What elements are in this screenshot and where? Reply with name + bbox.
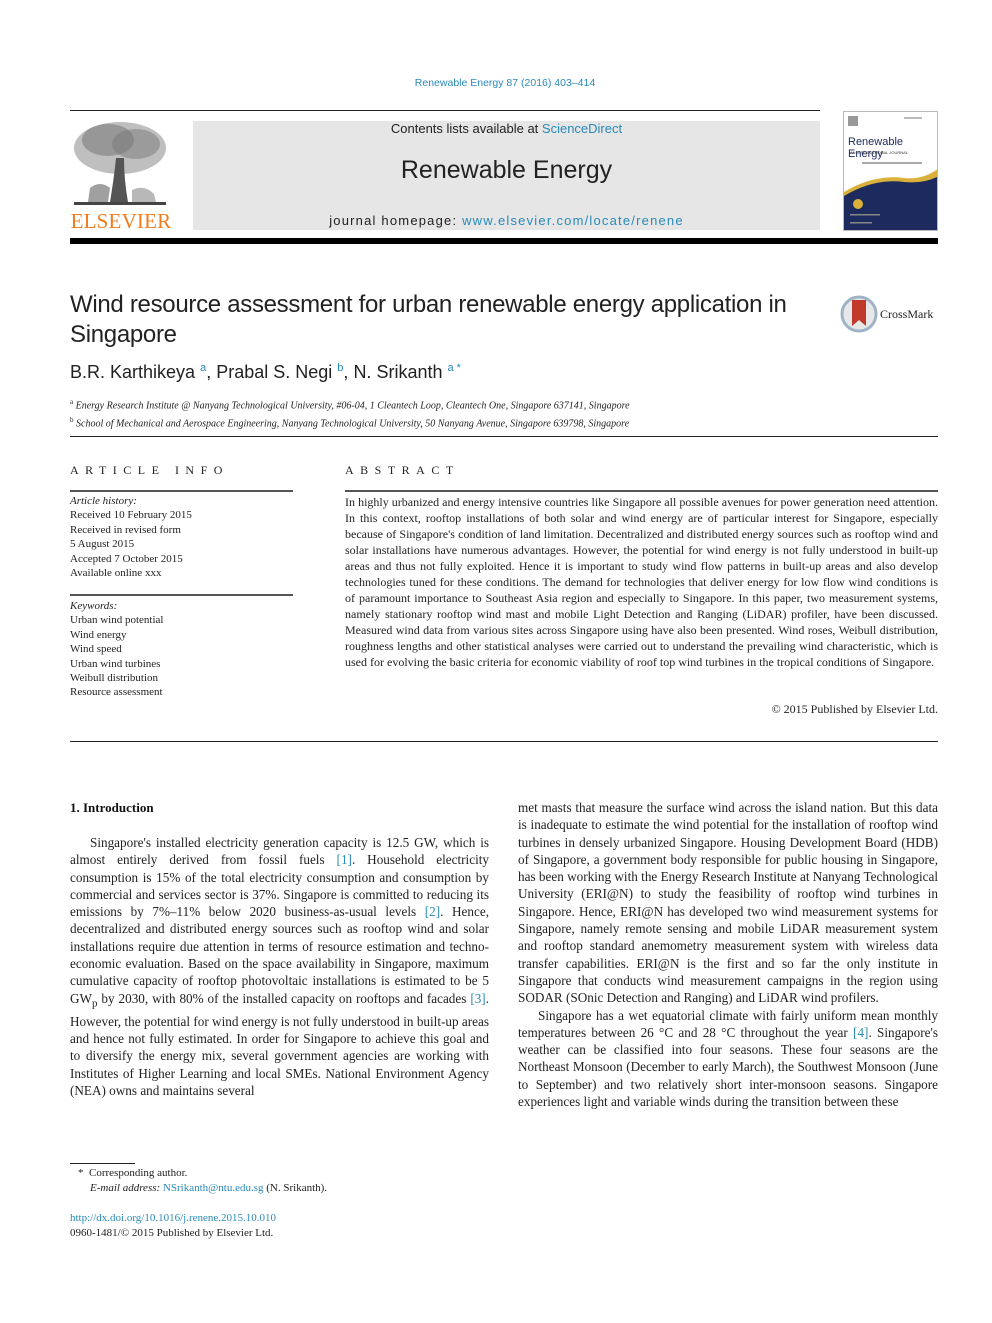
journal-citation[interactable]: Renewable Energy 87 (2016) 403–414 [0,77,992,89]
issn-line: 0960-1481/© 2015 Published by Elsevier L… [70,1227,274,1239]
elsevier-wordmark: ELSEVIER [70,209,172,233]
history-item: Received 10 February 2015 [70,509,192,522]
affiliation-text: School of Mechanical and Aerospace Engin… [76,418,630,430]
corresponding-author-footnote: * Corresponding author. E-mail address: … [78,1166,327,1196]
history-item: 5 August 2015 [70,538,135,551]
footnote-marker: * [78,1167,84,1179]
section-divider [70,741,938,742]
abstract-heading: ABSTRACT [345,463,460,477]
author-affiliation-marker[interactable]: a [200,362,206,374]
header-thick-divider [70,238,938,244]
contents-prefix: Contents lists available at [390,121,542,136]
doi-block: http://dx.doi.org/10.1016/j.renene.2015.… [70,1211,276,1241]
keywords-label: Keywords: [70,600,118,612]
author-name[interactable]: Prabal S. Negi [216,362,332,382]
email-label: E-mail address: [90,1182,163,1194]
body-column-left: Singapore's installed electricity genera… [70,834,489,1099]
elsevier-tree-icon [70,118,170,210]
keyword-item: Urban wind potential [70,614,164,627]
history-item: Accepted 7 October 2015 [70,552,183,565]
journal-homepage-link[interactable]: www.elsevier.com/locate/renene [462,213,684,228]
abstract-copyright: © 2015 Published by Elsevier Ltd. [771,702,938,716]
keywords-divider [70,594,293,596]
keywords: Keywords: Urban wind potential Wind ener… [70,599,163,700]
section-heading-introduction: 1. Introduction [70,800,154,815]
abstract-divider [345,490,938,492]
keyword-item: Weibull distribution [70,672,159,685]
footnote-line: * Corresponding author. [78,1166,327,1181]
homepage-line: journal homepage: www.elsevier.com/locat… [193,213,820,228]
crossmark-badge[interactable]: CrossMark [840,294,940,336]
cover-subtitle: AN INTERNATIONAL JOURNAL [850,150,909,155]
author-affiliation-marker[interactable]: a * [448,362,461,374]
author-affiliation-marker[interactable]: b [337,362,343,374]
citation-link[interactable]: [2] [425,904,440,919]
body-paragraph: Singapore's installed electricity genera… [70,834,489,1099]
body-paragraph: Singapore has a wet equatorial climate w… [518,1007,938,1111]
doi-link[interactable]: http://dx.doi.org/10.1016/j.renene.2015.… [70,1212,276,1224]
contents-line: Contents lists available at ScienceDirec… [193,121,820,136]
body-paragraph: met masts that measure the surface wind … [518,800,938,1006]
keyword-item: Urban wind turbines [70,657,161,670]
history-item: Available online xxx [70,567,162,580]
keyword-item: Wind speed [70,643,122,656]
article-title: Wind resource assessment for urban renew… [70,291,787,348]
affiliation-key: b [70,416,74,425]
email-line: E-mail address: NSrikanth@ntu.edu.sg (N.… [78,1181,327,1196]
header-divider [70,110,820,111]
journal-cover-thumbnail[interactable]: Renewable Energy AN INTERNATIONAL JOURNA… [843,111,938,231]
history-item: Received in revised form [70,523,181,536]
affiliation-item: a Energy Research Institute @ Nanyang Te… [70,395,630,413]
sciencedirect-link[interactable]: ScienceDirect [542,121,622,136]
history-label: Article history: [70,495,137,507]
text-run: . However, the potential for wind energy… [70,990,489,1098]
article-info-divider [70,490,293,492]
author-name[interactable]: B.R. Karthikeya [70,362,195,382]
footnote-text: Corresponding author. [89,1167,188,1179]
crossmark-label: CrossMark [880,307,934,321]
cover-title: Renewable Energy [848,136,904,160]
elsevier-logo[interactable]: ELSEVIER [68,118,174,234]
affiliation-text: Energy Research Institute @ Nanyang Tech… [75,400,630,412]
citation-link[interactable]: [1] [337,852,352,867]
crossmark-icon [840,295,878,333]
body-column-right: met masts that measure the surface wind … [518,799,938,1110]
citation-link[interactable]: [3] [470,991,485,1006]
keyword-item: Resource assessment [70,686,163,699]
email-link[interactable]: NSrikanth@ntu.edu.sg [163,1182,264,1194]
email-suffix: (N. Srikanth). [263,1182,328,1194]
affiliation-item: b School of Mechanical and Aerospace Eng… [70,413,630,431]
journal-banner: Contents lists available at ScienceDirec… [193,121,820,230]
author-list: B.R. Karthikeya a, Prabal S. Negi b, N. … [70,362,461,382]
affiliations: a Energy Research Institute @ Nanyang Te… [70,395,630,432]
article-history: Article history: Received 10 February 20… [70,494,192,580]
affiliation-key: a [70,398,74,406]
author-name[interactable]: N. Srikanth [353,362,442,382]
footnote-divider [70,1163,135,1164]
homepage-prefix: journal homepage: [329,213,463,228]
text-run: by 2030, with 80% of the installed capac… [97,990,471,1006]
keyword-item: Wind energy [70,628,127,641]
section-divider [70,436,938,437]
abstract-text: In highly urbanized and energy intensive… [345,495,938,669]
cover-artwork-icon [844,116,937,230]
article-info-heading: ARTICLE INFO [70,463,229,477]
citation-link[interactable]: [4] [853,1025,868,1040]
journal-name: Renewable Energy [400,156,613,184]
